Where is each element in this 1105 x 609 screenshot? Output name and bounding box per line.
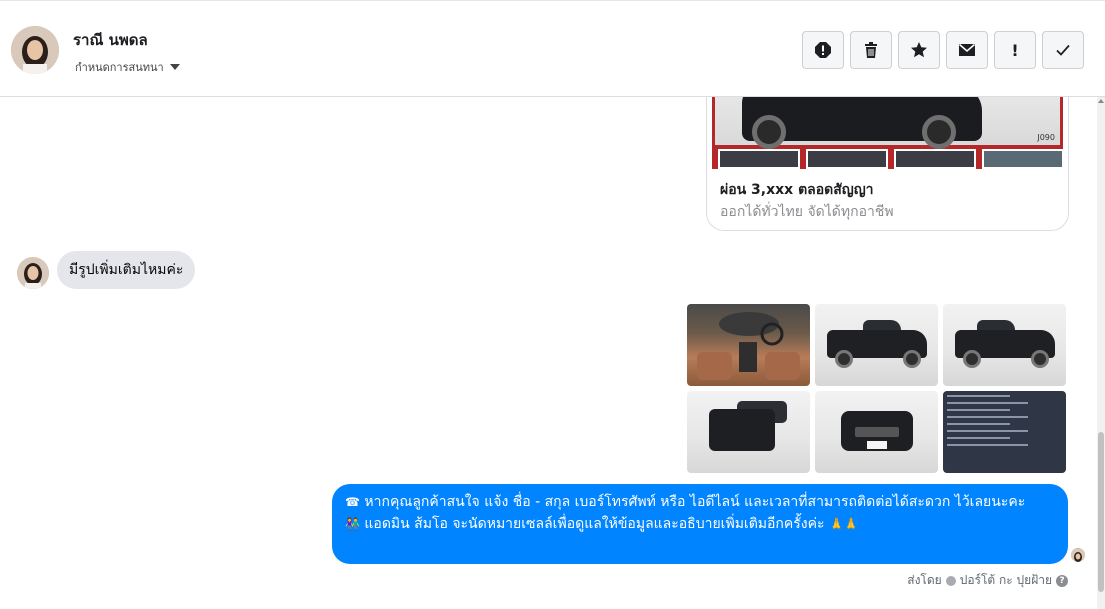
exclamation-icon: ! [1011, 40, 1019, 60]
spam-button[interactable] [802, 31, 844, 69]
caret-down-icon [169, 64, 180, 70]
outgoing-line-1: ☎ หากคุณลูกค้าสนใจ แจ้ง ชื่อ - สกุล เบอร… [345, 491, 1056, 513]
envelope-icon [959, 43, 975, 56]
photo-front[interactable] [815, 391, 938, 473]
ad-card-title: ผ่อน 3,xxx ตลอดสัญญา [720, 182, 874, 198]
contact-avatar[interactable] [11, 26, 59, 74]
follow-up-button[interactable]: ! [994, 31, 1036, 69]
contact-avatar-small[interactable] [17, 257, 49, 289]
wheel [752, 115, 786, 149]
telephone-icon: ☎ [345, 495, 360, 509]
photo-grid [687, 304, 1067, 473]
checkmark-icon [1056, 44, 1070, 56]
star-icon [911, 42, 927, 58]
read-receipt-avatar [1071, 548, 1085, 562]
alert-octagon-icon [815, 42, 831, 58]
conversation-header: ราณี นพดล กำหนดการสนทนา ! [0, 0, 1105, 97]
outgoing-line-2: 👫 แอดมิน ส้มโอ จะนัดหมายเซลล์เพื่อดูแลให… [345, 513, 1056, 535]
photo-document[interactable] [943, 391, 1066, 473]
people-icon: 👫 [345, 517, 360, 531]
header-actions: ! [802, 31, 1084, 69]
inbox-conversation: ราณี นพดล กำหนดการสนทนา ! J090 ผ่อน 3,xx… [0, 0, 1105, 609]
photo-rear[interactable] [687, 391, 810, 473]
photo-interior[interactable] [687, 304, 810, 386]
mark-unread-button[interactable] [946, 31, 988, 69]
sent-by-label: ส่งโดย ปอร์โต้ กะ ปุยฝ้าย ? [907, 571, 1068, 590]
assign-label: กำหนดการสนทนา [75, 61, 164, 74]
assign-conversation-dropdown[interactable]: กำหนดการสนทนา [75, 58, 180, 76]
wheel [922, 115, 956, 149]
scroll-thumb[interactable] [1098, 432, 1104, 592]
ad-thumbnails [718, 149, 1063, 169]
pray-icon: 🙏🙏 [828, 517, 859, 531]
ad-card[interactable]: J090 ผ่อน 3,xxx ตลอดสัญญา ออกได้ทั่วไทย … [706, 97, 1069, 231]
message-list[interactable]: J090 ผ่อน 3,xxx ตลอดสัญญา ออกได้ทั่วไทย … [0, 97, 1105, 609]
outgoing-message[interactable]: ☎ หากคุณลูกค้าสนใจ แจ้ง ชื่อ - สกุล เบอร… [332, 484, 1068, 564]
ad-card-image: J090 [712, 97, 1063, 169]
sender-name: ปอร์โต้ กะ ปุยฝ้าย [959, 573, 1052, 587]
ad-card-subtitle: ออกได้ทั่วไทย จัดได้ทุกอาชีพ [720, 204, 894, 220]
star-button[interactable] [898, 31, 940, 69]
photo-side-right[interactable] [943, 304, 1066, 386]
delete-button[interactable] [850, 31, 892, 69]
done-button[interactable] [1042, 31, 1084, 69]
incoming-message[interactable]: มีรูปเพิ่มเติมไหมค่ะ [57, 251, 196, 289]
photo-side-left[interactable] [815, 304, 938, 386]
scrollbar[interactable] [1097, 97, 1105, 609]
verified-icon [945, 575, 956, 586]
trash-icon [865, 42, 877, 58]
image-watermark: J090 [1037, 133, 1055, 142]
help-icon[interactable]: ? [1056, 574, 1068, 587]
scroll-up-icon[interactable] [1098, 99, 1104, 103]
contact-name: ราณี นพดล [73, 31, 148, 49]
